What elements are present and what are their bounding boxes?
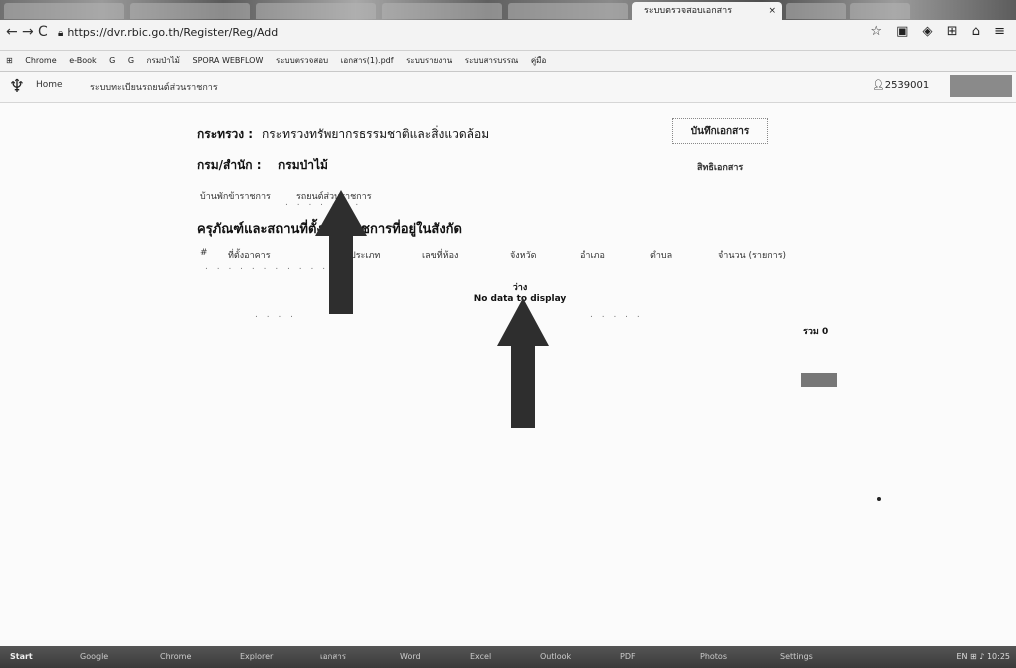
- background-tab[interactable]: [382, 3, 502, 19]
- ministry-value: กระทรวงทรัพยากรธรรมชาติและสิ่งแวดล้อม: [262, 127, 490, 141]
- taskbar-item[interactable]: Word: [400, 646, 421, 668]
- footer-divider-dots: . . . . .: [590, 310, 643, 320]
- department-label: กรม/สำนัก :: [197, 158, 262, 172]
- up-arrow-icon: [315, 190, 367, 314]
- taskbar: Start Google Chrome Explorer เอกสาร Word…: [0, 646, 1016, 668]
- back-icon[interactable]: ←: [6, 24, 18, 40]
- extension-icons[interactable]: ☆ ▣ ◈ ⊞ ⌂ ≡: [870, 24, 1010, 39]
- taskbar-item[interactable]: Excel: [470, 646, 491, 668]
- bookmark-item[interactable]: ระบบตรวจสอบ: [276, 56, 328, 65]
- bookmark-item[interactable]: คู่มือ: [531, 56, 546, 65]
- save-button[interactable]: บันทึกเอกสาร: [672, 118, 768, 144]
- cursor-dot: [877, 497, 881, 501]
- background-tab[interactable]: [4, 3, 124, 19]
- column-header[interactable]: เลขที่ห้อง: [422, 248, 458, 262]
- up-arrow-icon: [497, 298, 549, 428]
- home-link[interactable]: Home: [36, 80, 63, 90]
- active-tab[interactable]: ระบบตรวจสอบเอกสาร ×: [632, 2, 782, 20]
- background-tab[interactable]: [256, 3, 376, 19]
- document-rights-link[interactable]: สิทธิเอกสาร: [697, 160, 743, 174]
- user-id-text: 2539001: [884, 80, 930, 91]
- apps-icon[interactable]: ⊞: [6, 56, 13, 65]
- system-tray[interactable]: EN ⊞ ♪ 10:25: [956, 646, 1010, 668]
- column-header[interactable]: ที่ตั้งอาคาร: [228, 248, 271, 262]
- bookmark-item[interactable]: เอกสาร(1).pdf: [341, 56, 394, 65]
- taskbar-item[interactable]: Settings: [780, 646, 813, 668]
- taskbar-item[interactable]: Google: [80, 646, 108, 668]
- taskbar-item[interactable]: Explorer: [240, 646, 273, 668]
- background-tab[interactable]: [130, 3, 250, 19]
- active-tab-title: ระบบตรวจสอบเอกสาร: [644, 6, 733, 16]
- start-button[interactable]: Start: [10, 646, 33, 668]
- header-divider-dots: . . . . . . . . . . .: [205, 262, 329, 272]
- column-header[interactable]: ตำบล: [650, 248, 672, 262]
- bookmark-item[interactable]: SPORA WEBFLOW: [193, 56, 264, 65]
- forward-icon[interactable]: →: [22, 24, 34, 40]
- tab-housing[interactable]: บ้านพักข้าราชการ: [200, 192, 271, 202]
- reload-icon[interactable]: C: [38, 24, 48, 40]
- background-tab[interactable]: [508, 3, 628, 19]
- ministry-label: กระทรวง :: [197, 127, 254, 141]
- garuda-emblem-icon: ♆: [8, 76, 26, 97]
- bookmark-item[interactable]: ระบบสารบรรณ: [465, 56, 519, 65]
- confirm-button[interactable]: [801, 373, 837, 387]
- address-bar[interactable]: 🔒︎ https://dvr.rbic.go.th/Register/Reg/Ad…: [58, 23, 878, 43]
- department-value: กรมป่าไม้: [278, 158, 328, 172]
- column-header[interactable]: อำเภอ: [580, 248, 605, 262]
- bookmarks-bar: ⊞ Chrome e-Book G G กรมป่าไม้ SPORA WEBF…: [0, 51, 1016, 72]
- column-header[interactable]: จังหวัด: [510, 248, 537, 262]
- background-tab[interactable]: [850, 3, 910, 19]
- close-tab-icon[interactable]: ×: [768, 2, 776, 20]
- taskbar-item[interactable]: Outlook: [540, 646, 571, 668]
- user-icon: 👤︎: [872, 80, 885, 91]
- taskbar-item[interactable]: เอกสาร: [320, 646, 346, 668]
- bookmark-item[interactable]: G: [128, 56, 134, 65]
- total-count: รวม 0: [803, 327, 829, 337]
- column-header[interactable]: #: [200, 248, 208, 258]
- empty-state-label: ว่าง: [512, 283, 528, 293]
- browser-toolbar: ← → C 🔒︎ https://dvr.rbic.go.th/Register/…: [0, 20, 1016, 51]
- background-tab[interactable]: [786, 3, 846, 19]
- bookmark-item[interactable]: ระบบรายงาน: [406, 56, 452, 65]
- bookmark-item[interactable]: Chrome: [25, 56, 56, 65]
- bookmark-item[interactable]: e-Book: [69, 56, 96, 65]
- footer-divider-dots: . . . .: [255, 310, 297, 320]
- taskbar-item[interactable]: PDF: [620, 646, 636, 668]
- logout-button[interactable]: [950, 75, 1012, 97]
- taskbar-item[interactable]: Photos: [700, 646, 727, 668]
- user-id: 👤︎2539001: [872, 80, 929, 91]
- url-text: https://dvr.rbic.go.th/Register/Reg/Add: [67, 26, 279, 39]
- browser-tab-strip: ระบบตรวจสอบเอกสาร ×: [0, 0, 1016, 20]
- taskbar-item[interactable]: Chrome: [160, 646, 191, 668]
- app-header: ♆ Home ระบบทะเบียนรถยนต์ส่วนราชการ 👤︎253…: [0, 72, 1016, 103]
- bookmark-item[interactable]: กรมป่าไม้: [147, 56, 180, 65]
- lock-icon: 🔒︎: [58, 28, 64, 39]
- system-title: ระบบทะเบียนรถยนต์ส่วนราชการ: [90, 83, 218, 93]
- bookmark-item[interactable]: G: [109, 56, 115, 65]
- column-header[interactable]: จำนวน (รายการ): [718, 248, 786, 262]
